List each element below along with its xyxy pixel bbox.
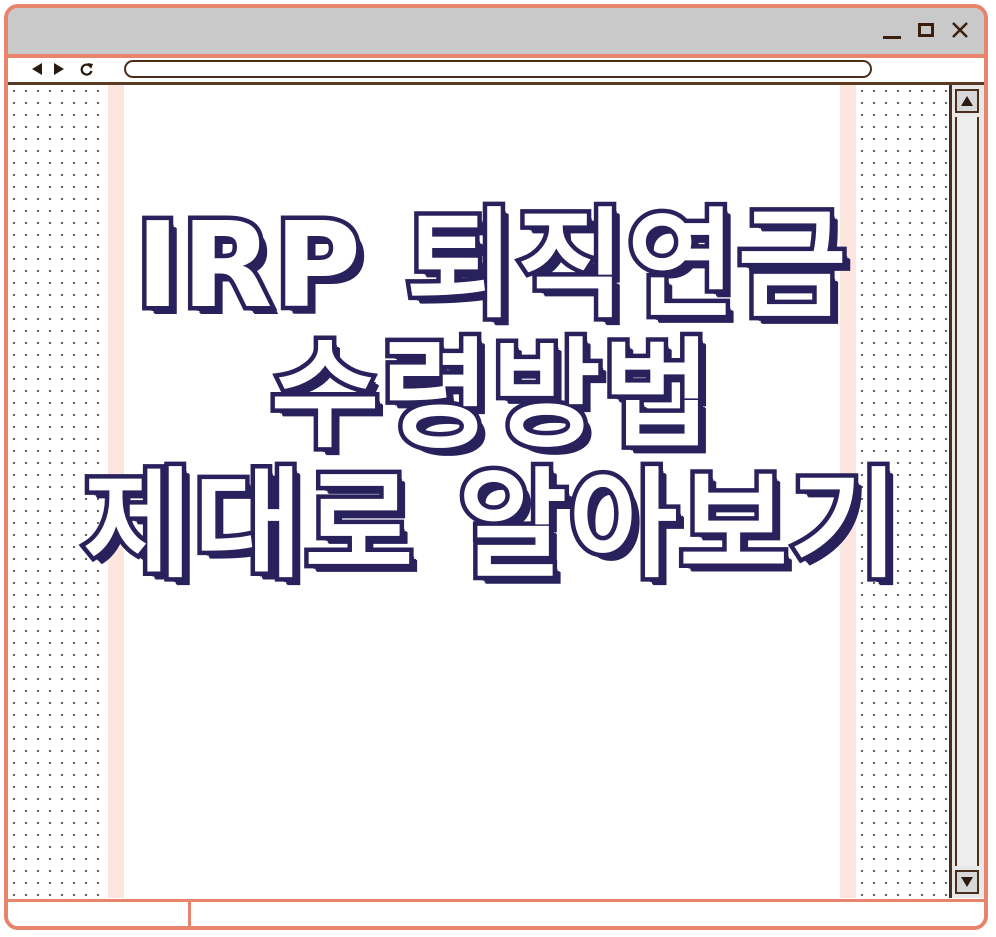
- status-bar: [8, 899, 984, 926]
- headline-line-3: 제대로 알아보기: [79, 456, 903, 595]
- scroll-up-icon[interactable]: [955, 89, 979, 113]
- headline-line-2: 수령방법: [266, 326, 715, 465]
- back-arrow-icon[interactable]: [30, 62, 44, 76]
- close-icon[interactable]: [948, 18, 972, 42]
- navigation-bar: [8, 58, 984, 85]
- headline-line-1: IRP 퇴직연금: [131, 196, 851, 335]
- address-bar[interactable]: [124, 60, 872, 78]
- status-divider: [188, 902, 191, 926]
- forward-arrow-icon[interactable]: [52, 62, 66, 76]
- minimize-icon[interactable]: [880, 18, 904, 42]
- headline: IRP 퇴직연금 수령방법 제대로 알아보기: [8, 196, 976, 595]
- title-bar: [8, 8, 984, 58]
- scroll-down-icon[interactable]: [955, 870, 979, 894]
- reload-icon[interactable]: [80, 62, 94, 76]
- maximize-icon[interactable]: [914, 18, 938, 42]
